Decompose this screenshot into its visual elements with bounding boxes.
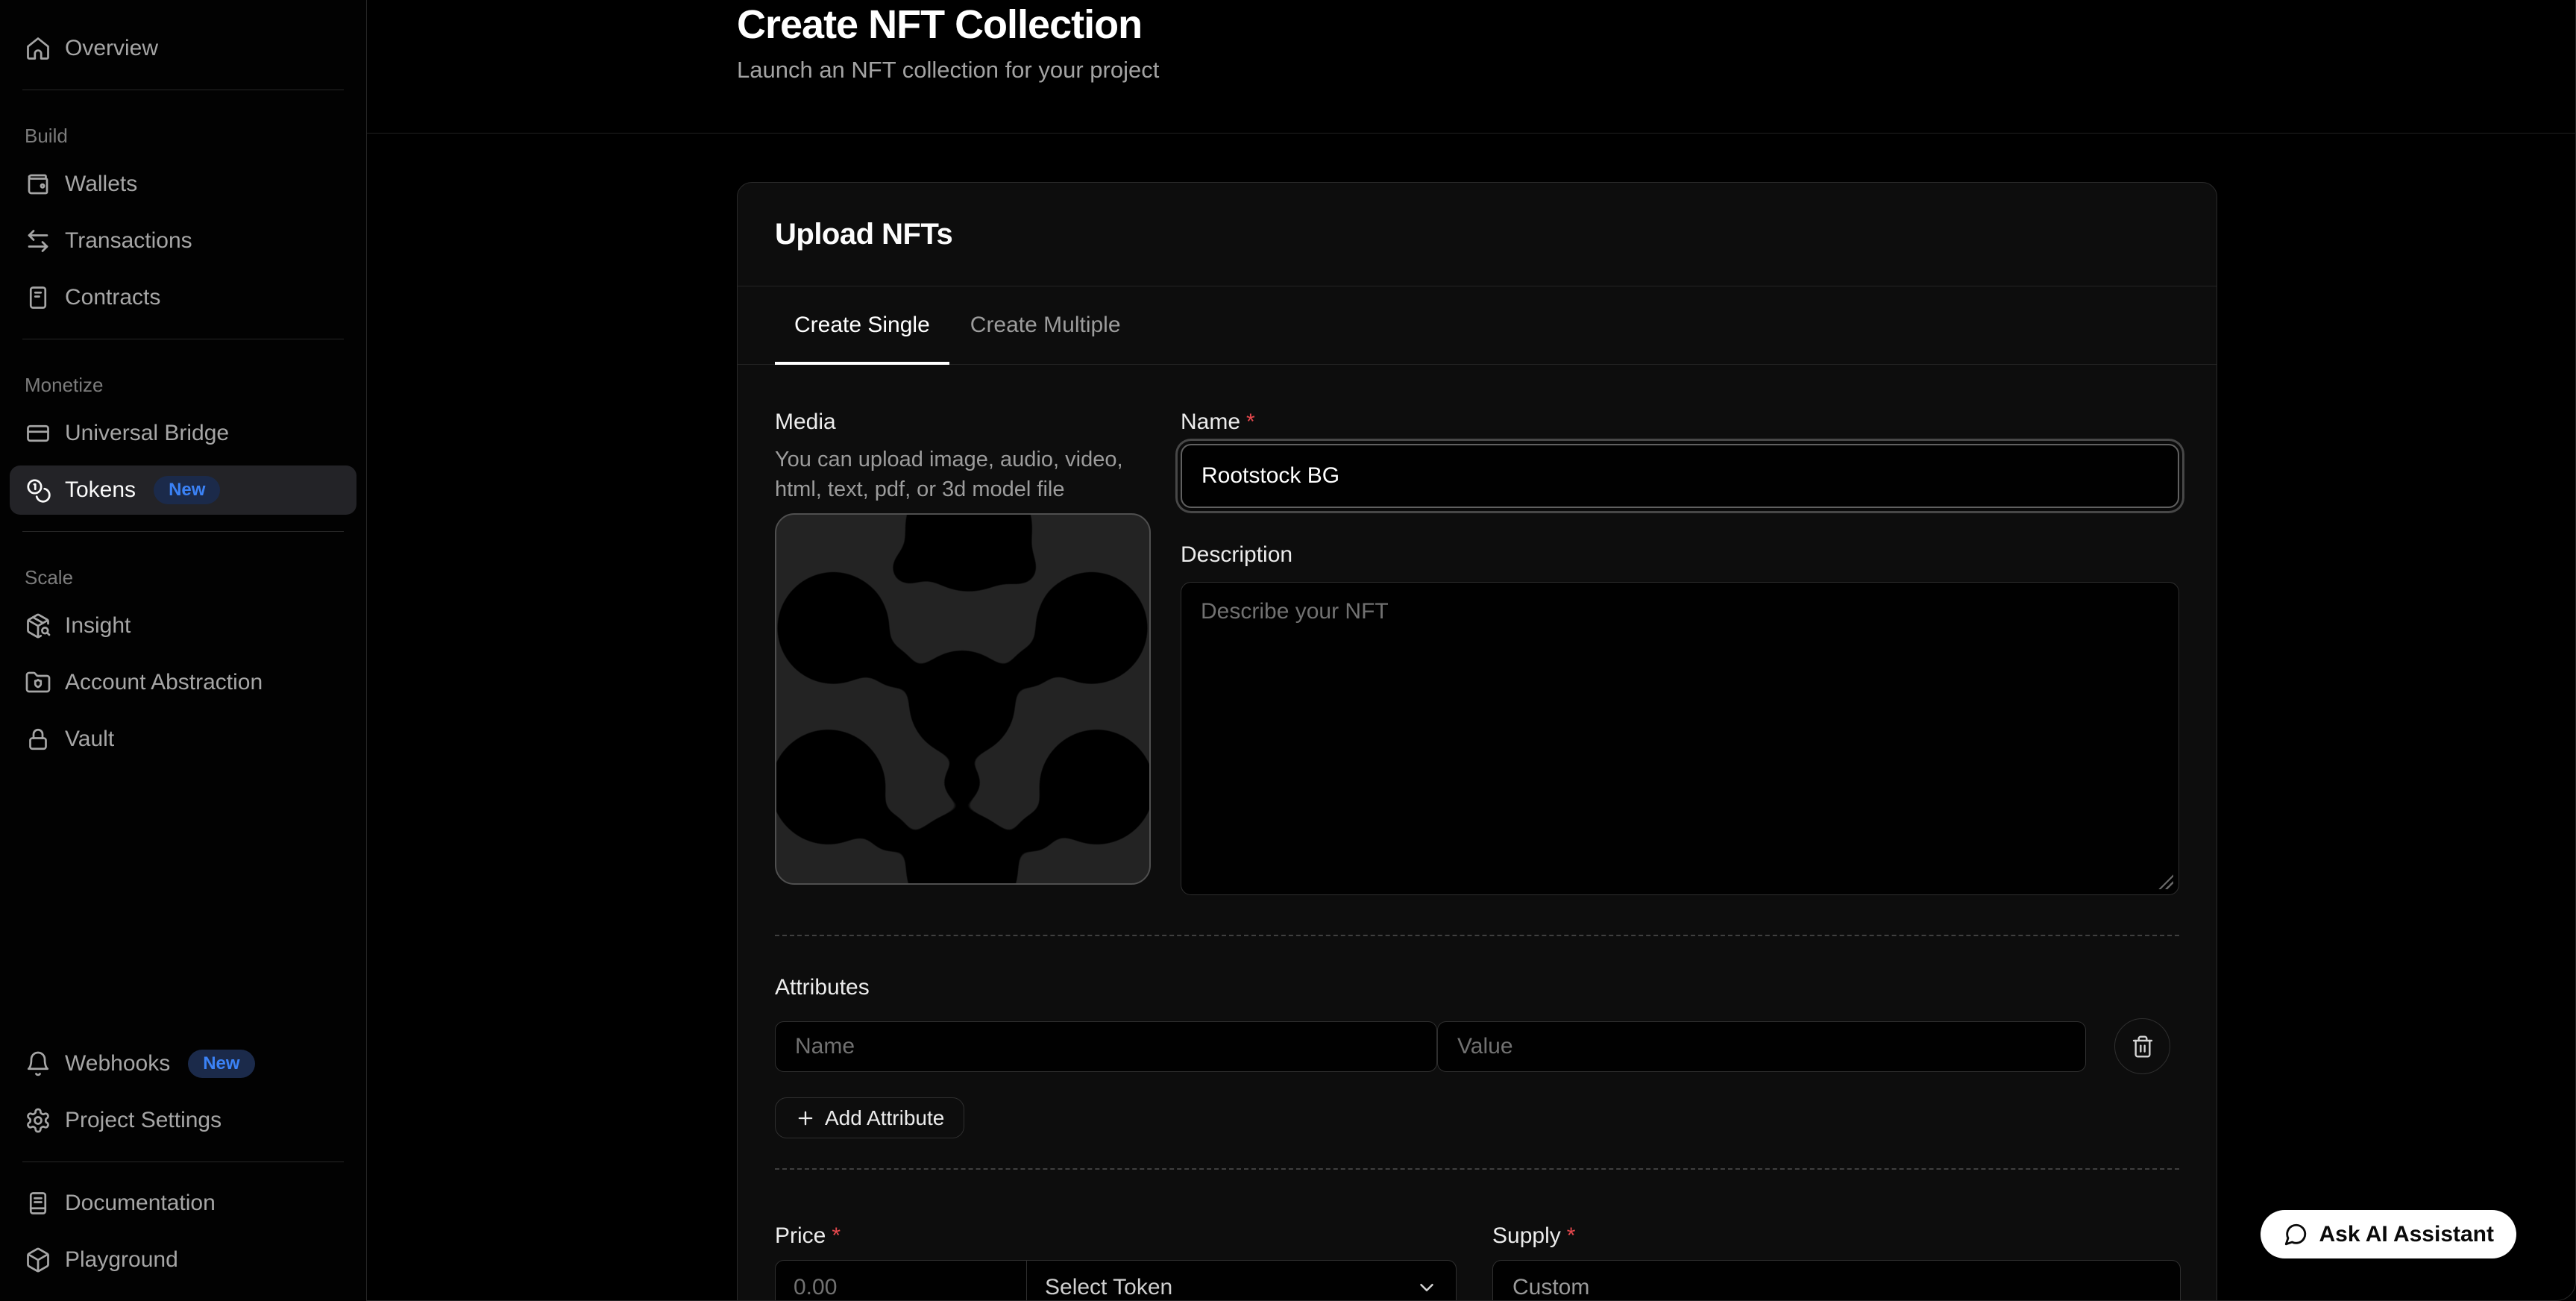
sidebar-item-webhooks[interactable]: Webhooks New [10,1039,356,1088]
home-icon [25,35,51,62]
sidebar-item-label: Contracts [65,285,160,310]
sidebar-item-transactions[interactable]: Transactions [10,216,356,266]
sidebar-item-overview[interactable]: Overview [10,24,356,73]
description-label: Description [1181,542,2179,568]
description-textarea[interactable] [1181,582,2179,895]
card-header: Upload NFTs [738,183,2217,286]
wallet-icon [25,171,51,198]
attribute-row [775,1018,2179,1074]
book-icon [25,1190,51,1217]
sidebar-item-insight[interactable]: Insight [10,601,356,650]
sidebar-item-label: Documentation [65,1191,216,1216]
tab-create-single[interactable]: Create Single [775,286,949,364]
sidebar-item-label: Wallets [65,172,137,197]
sidebar-item-contracts[interactable]: Contracts [10,273,356,322]
attributes-label: Attributes [775,974,2179,1001]
gear-icon [25,1107,51,1134]
description-wrap [1181,582,2179,895]
required-asterisk: * [832,1223,841,1248]
chevron-down-icon [1416,1276,1438,1299]
price-column: Price* Select Token [775,1223,1457,1301]
name-label: Name* [1181,409,2179,436]
sidebar-item-universal-bridge[interactable]: Universal Bridge [10,409,356,458]
sidebar-item-label: Transactions [65,228,192,254]
sidebar-item-documentation[interactable]: Documentation [10,1179,356,1228]
page-header: Create NFT Collection Launch an NFT coll… [367,0,2575,134]
coins-icon [25,477,51,504]
tabs: Create Single Create Multiple [738,286,2217,365]
supply-input[interactable] [1492,1260,2181,1301]
upload-nfts-card: Upload NFTs Create Single Create Multipl… [737,182,2217,1301]
attribute-name-input[interactable] [775,1021,1437,1072]
price-label: Price* [775,1223,1457,1250]
token-select[interactable]: Select Token [1027,1261,1456,1301]
new-badge: New [188,1050,254,1078]
sidebar-item-label: Account Abstraction [65,670,263,695]
sidebar-item-tokens[interactable]: Tokens New [10,465,356,515]
lock-icon [25,726,51,753]
media-description: You can upload image, audio, video, html… [775,445,1133,504]
package-search-icon [25,612,51,639]
cube-icon [25,1247,51,1273]
sidebar-item-label: Overview [65,36,158,61]
name-input[interactable] [1181,444,2179,508]
main-content: Create NFT Collection Launch an NFT coll… [367,0,2576,1301]
sidebar-item-label: Insight [65,613,131,639]
folder-shield-icon [25,669,51,696]
sidebar-section-monetize: Monetize [10,374,356,397]
sidebar-item-vault[interactable]: Vault [10,715,356,764]
sidebar-divider [22,531,344,532]
chat-bubble-icon [2283,1222,2308,1247]
price-input-group: Select Token [775,1260,1457,1301]
tab-create-multiple[interactable]: Create Multiple [951,286,1140,364]
trash-icon [2131,1035,2155,1059]
page-subtitle: Launch an NFT collection for your projec… [737,57,2575,84]
media-column: Media You can upload image, audio, video… [775,409,1151,895]
sidebar-item-label: Playground [65,1247,178,1273]
credit-card-icon [25,420,51,447]
media-blob-artwork [776,515,1149,883]
arrows-left-right-icon [25,228,51,254]
section-divider [775,935,2179,936]
ask-ai-assistant-label: Ask AI Assistant [2319,1222,2494,1247]
ask-ai-assistant-button[interactable]: Ask AI Assistant [2261,1210,2516,1258]
contract-file-icon [25,284,51,311]
delete-attribute-button[interactable] [2114,1018,2170,1074]
media-preview[interactable] [775,513,1151,885]
sidebar-item-wallets[interactable]: Wallets [10,160,356,209]
sidebar-item-label: Vault [65,727,114,752]
supply-label: Supply* [1492,1223,2181,1250]
sidebar-item-label: Tokens [65,477,136,503]
supply-column: Supply* [1492,1223,2181,1301]
card-title: Upload NFTs [775,218,952,251]
page-title: Create NFT Collection [737,1,2575,48]
sidebar-item-label: Universal Bridge [65,421,229,446]
required-asterisk: * [1567,1223,1576,1248]
sidebar-item-playground[interactable]: Playground [10,1235,356,1285]
plus-icon [795,1108,816,1129]
bell-icon [25,1050,51,1077]
section-divider [775,1168,2179,1170]
nft-form: Media You can upload image, audio, video… [738,365,2217,1301]
sidebar-item-project-settings[interactable]: Project Settings [10,1096,356,1145]
sidebar-item-label: Webhooks [65,1051,170,1076]
price-amount-input[interactable] [776,1261,1027,1301]
add-attribute-label: Add Attribute [825,1106,944,1130]
media-label: Media [775,409,1151,436]
name-description-column: Name* Description [1181,409,2179,895]
required-asterisk: * [1246,410,1255,434]
token-select-label: Select Token [1045,1275,1172,1300]
sidebar: Overview Build Wallets Transactions Cont… [0,0,367,1301]
price-supply-row: Price* Select Token Supply* [775,1223,2179,1301]
sidebar-item-label: Project Settings [65,1108,222,1133]
attributes-section: Attributes Add Attribute [775,974,2179,1138]
add-attribute-button[interactable]: Add Attribute [775,1097,964,1138]
attribute-value-input[interactable] [1437,1021,2086,1072]
sidebar-section-build: Build [10,125,356,148]
sidebar-item-account-abstraction[interactable]: Account Abstraction [10,658,356,707]
sidebar-section-scale: Scale [10,566,356,589]
new-badge: New [154,476,220,504]
